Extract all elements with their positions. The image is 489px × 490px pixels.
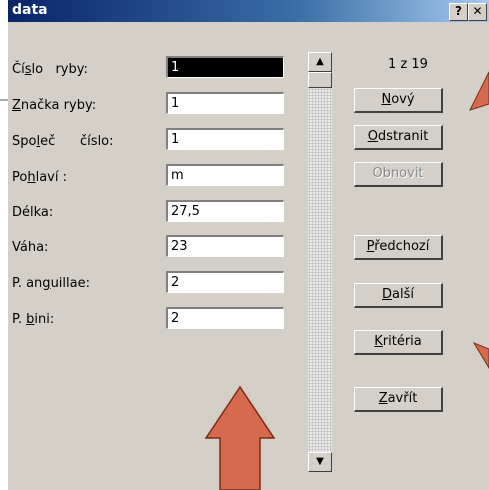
up-arrow-icon: [204, 385, 276, 490]
annotation-overlay: [0, 71, 489, 490]
corner-arrow-icon: [469, 71, 489, 111]
side-arrow-icon: [472, 341, 489, 369]
